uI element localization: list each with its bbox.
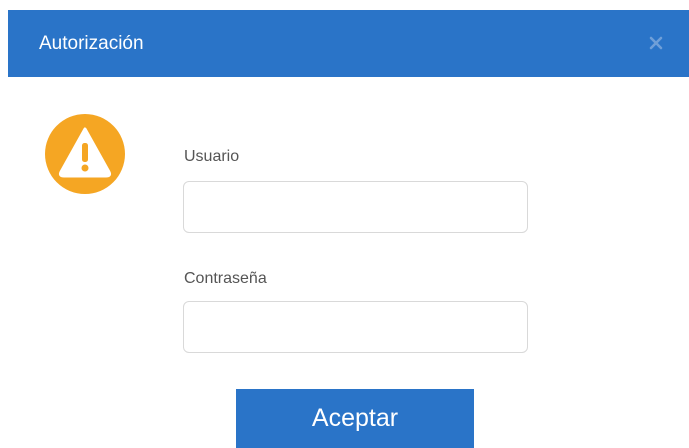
warning-icon [45, 114, 125, 194]
dialog-titlebar: Autorización [8, 10, 689, 77]
password-label: Contraseña [184, 270, 267, 287]
close-icon[interactable] [645, 32, 667, 54]
accept-button[interactable]: Aceptar [236, 389, 474, 448]
password-input[interactable] [183, 301, 528, 353]
user-label: Usuario [184, 148, 240, 165]
dialog-title: Autorización [39, 33, 144, 54]
user-input[interactable] [183, 181, 528, 233]
authorization-dialog: Autorización Usuario Contraseña Aceptar [0, 0, 689, 448]
